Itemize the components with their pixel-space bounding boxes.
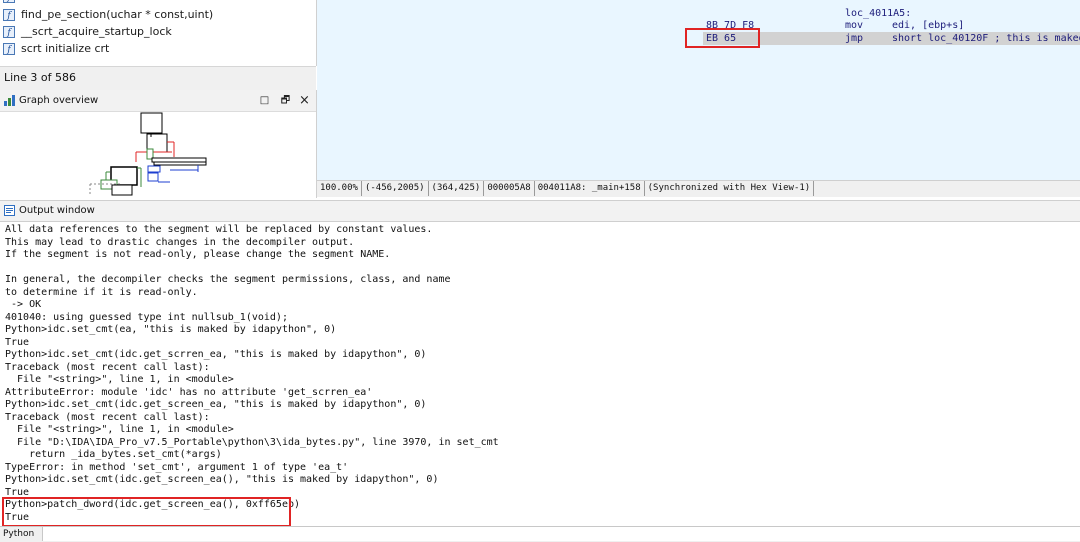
function-label: __scrt_acquire_startup_lock [21, 25, 172, 38]
output-window-body[interactable]: All data references to the segment will … [0, 222, 1080, 526]
output-line: Traceback (most recent call last): [5, 361, 210, 373]
graph-overview-icon [4, 95, 15, 106]
asm-operands: edi, [ebp+s] [892, 20, 965, 31]
cursor-coords: (364,425) [429, 181, 485, 196]
float-button[interactable]: 🗗 [278, 93, 293, 108]
output-line: File "D:\IDA\IDA_Pro_v7.5_Portable\pytho… [5, 436, 499, 448]
graph-overview-canvas[interactable] [80, 112, 220, 196]
function-item[interactable]: f __scrt_acquire_startup_lock [0, 23, 172, 40]
asm-mnemonic: jmp [845, 33, 864, 44]
disassembly-status-bar: 100.00% (-456,2005) (364,425) 000005A8 00401… [317, 180, 1080, 197]
function-item[interactable]: f start [0, 0, 47, 5]
output-line: Python>idc.set_cmt(idc.get_screen_ea(), … [5, 474, 439, 485]
output-line: to determine if it is read-only. [5, 286, 198, 298]
output-line: True [5, 336, 30, 348]
function-label: find_pe_section(uchar * const,uint) [21, 8, 214, 21]
output-line: File "<string>", line 1, in <module> [5, 424, 234, 435]
output-line: Python>idc.set_cmt(idc.get_scrren_ea, "t… [5, 349, 427, 360]
function-icon: f [3, 42, 15, 55]
output-window-title: Output window [19, 205, 95, 216]
python-input-field[interactable] [42, 527, 1080, 541]
function-icon: f [3, 0, 15, 3]
asm-operands: short loc_40120F ; this is maked [892, 33, 1080, 44]
close-button[interactable]: × [297, 93, 312, 108]
sync-status: (Synchronized with Hex View-1) [645, 181, 815, 196]
graph-overview-title: Graph overview [19, 95, 99, 106]
output-line: Python>idc.set_cmt(idc.get_screen_ea, "t… [5, 399, 427, 410]
output-line: 401040: using guessed type int nullsub_1… [5, 311, 288, 323]
restore-button[interactable]: □ [257, 93, 272, 108]
output-line: In general, the decompiler checks the se… [5, 274, 451, 285]
function-label: scrt initialize crt [21, 42, 110, 55]
output-line: return _ida_bytes.set_cmt(*args) [5, 449, 222, 460]
output-line: -> OK [5, 299, 42, 310]
function-icon: f [3, 8, 15, 21]
output-line: AttributeError: module 'idc' has no attr… [5, 386, 373, 398]
output-window-icon [4, 205, 15, 216]
input-language-label[interactable]: Python [3, 527, 34, 541]
disassembly-view[interactable]: loc_4011A5: 8B 7D F8 mov edi, [ebp+s] EB… [317, 0, 1080, 180]
python-input-bar: Python [0, 526, 1080, 542]
output-line: TypeError: in method 'set_cmt', argument… [5, 461, 349, 473]
function-item[interactable]: f find_pe_section(uchar * const,uint) [0, 6, 213, 23]
output-line: If the segment is not read-only, please … [5, 249, 391, 260]
function-item[interactable]: f scrt initialize crt [0, 40, 109, 57]
highlight-box [685, 28, 760, 48]
graph-overview-header: Graph overview □ 🗗 × [0, 90, 316, 112]
current-address: 004011A8: _main+158 [535, 181, 645, 196]
functions-list: f start f find_pe_section(uchar * const,… [0, 0, 317, 66]
graph-overview-panel: Graph overview □ 🗗 × [0, 90, 317, 198]
output-line: Traceback (most recent call last): [5, 411, 210, 423]
output-window-header: Output window [0, 200, 1080, 222]
function-label: start [21, 0, 47, 3]
output-line: File "<string>", line 1, in <module> [5, 374, 234, 385]
zoom-level: 100.00% [317, 181, 362, 196]
highlight-box [2, 497, 291, 527]
graph-coords: (-456,2005) [362, 181, 429, 196]
file-offset: 000005A8 [484, 181, 535, 196]
output-line: All data references to the segment will … [5, 224, 433, 235]
output-line: This may lead to drastic changes in the … [5, 236, 355, 248]
output-line: Python>idc.set_cmt(ea, "this is maked by… [5, 324, 337, 335]
function-icon: f [3, 25, 15, 38]
line-status: Line 3 of 586 [0, 66, 316, 90]
asm-mnemonic: mov [845, 20, 864, 31]
